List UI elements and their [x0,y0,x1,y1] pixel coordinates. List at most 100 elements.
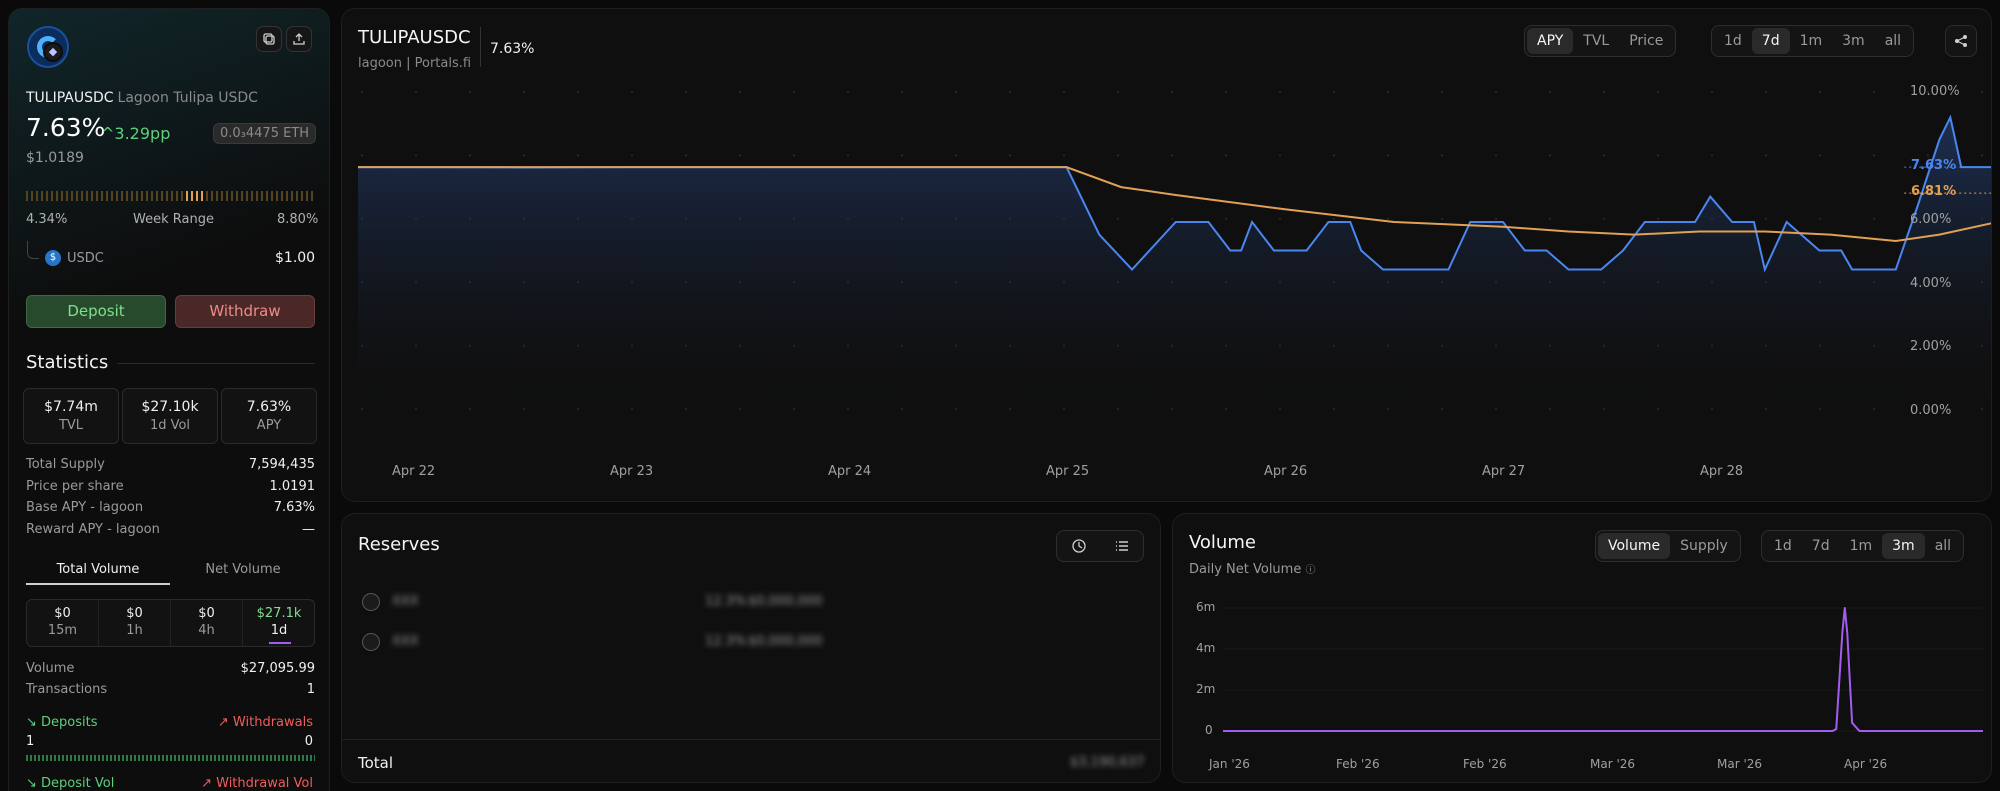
reserves-total-value: $3,190,637 [1070,755,1145,770]
volume-row: Volume $27,095.99 [26,661,315,676]
grid-dot [577,154,579,157]
copy-button[interactable] [256,26,282,52]
tab-total-volume[interactable]: Total Volume [26,557,170,585]
grid-dot [361,91,363,93]
grid-dot [1333,154,1335,157]
range-tick [181,191,183,201]
reserves-total-label: Total [358,754,394,772]
period-1h[interactable]: $0 1h [99,600,171,646]
grid-dot [901,91,903,93]
range-tick [211,191,213,201]
withdrawal-vol-label: ↗ Withdrawal Vol [201,776,313,791]
deposit-button[interactable]: Deposit [26,295,166,328]
usdc-icon: $ [45,250,61,266]
volume-tabs: Total Volume Net Volume [26,557,315,585]
range-tick [76,191,78,201]
withdraw-button[interactable]: Withdraw [175,295,315,328]
range-tick [311,191,313,201]
list-button[interactable] [1100,531,1143,561]
week-range-label: Week Range [133,212,214,227]
eth-price-badge: 0.0₃4475 ETH [213,123,317,144]
range-tick [271,191,273,201]
grid-dot [1063,91,1065,93]
share-button[interactable] [286,26,312,52]
range-tick [81,191,83,201]
grid-dot [1063,154,1065,157]
x-tick: Apr '26 [1844,757,1888,771]
tab-net-volume[interactable]: Net Volume [171,557,315,585]
range-tick [61,191,63,201]
grid-dot [847,154,849,157]
grid-dot [1873,154,1875,157]
range-tick [186,191,188,201]
grid-dot [1333,217,1335,220]
grid-dot [1603,154,1605,157]
grid-dot [523,91,525,93]
x-tick: Feb '26 [1463,757,1507,771]
grid-dot [739,154,741,157]
range-tick [176,191,178,201]
y-tick: 2m [1196,682,1216,696]
grid-dot [1765,91,1767,93]
reserves-view-toggle [1056,530,1144,562]
range-tick [126,191,128,201]
grid-dot [685,154,687,157]
apy-chart-panel: TULIPAUSDC lagoon | Portals.fi 7.63% APY… [341,8,1992,502]
token-header: TULIPAUSDC Lagoon Tulipa USDC [26,90,258,106]
range-tick [246,191,248,201]
trend-down-icon: ↘ [26,776,42,791]
grid-dot [415,154,417,157]
stat-card-1d-vol: $27.10k 1d Vol [122,388,218,444]
grid-dot [1441,154,1443,157]
range-tick [301,191,303,201]
period-1d[interactable]: $27.1k 1d [243,600,315,646]
grid-dot [1765,154,1767,157]
x-tick: Mar '26 [1590,757,1636,771]
range-tick [46,191,48,201]
grid-dot [1711,91,1713,93]
grid-dot [1657,154,1659,157]
divider [117,363,315,364]
list-icon [1115,541,1128,551]
grid-dot [1117,154,1119,157]
history-button[interactable] [1057,531,1100,561]
grid-dot [1981,154,1983,157]
grid-dot [685,91,687,93]
range-tick [236,191,238,201]
reserves-panel: Reserves XXX 12.3% $0,000,000 XXX 12.3% … [341,513,1161,783]
grid-dot [1495,91,1497,93]
range-tick [86,191,88,201]
range-tick [266,191,268,201]
grid-dot [1495,154,1497,157]
week-low: 4.34% [26,212,68,227]
grid-dot [1981,91,1983,93]
deposit-vol-label: ↘ Deposit Vol [26,776,115,791]
selected-indicator [269,642,291,644]
range-tick [146,191,148,201]
trend-up-icon: ↗ [201,776,217,791]
grid-dot [1765,217,1767,220]
apy-line-chart [357,91,1991,410]
grid-dot [469,154,471,157]
period-15m[interactable]: $0 15m [27,600,99,646]
x-tick: Apr 24 [828,464,872,479]
range-tick [121,191,123,201]
range-tick [201,191,203,201]
grid-dot [361,154,363,157]
ethereum-chain-icon: ◆ [43,42,63,62]
period-4h[interactable]: $0 4h [171,600,243,646]
range-tick [216,191,218,201]
token-symbol: TULIPAUSDC [26,90,114,106]
grid-dot [1279,217,1281,220]
volume-period-selector: $0 15m $0 1h $0 4h $27.1k 1d [26,599,315,647]
deposit-ratio-bar [26,755,315,761]
range-tick [41,191,43,201]
copy-icon [263,33,275,45]
y-tick: 2.00% [1910,339,1952,354]
deposits-label: ↘ Deposits [26,715,98,730]
grid-dot [1549,91,1551,93]
grid-dot [1549,217,1551,220]
range-tick [166,191,168,201]
arrow-up-icon: ^ [101,124,115,143]
range-tick [151,191,153,201]
